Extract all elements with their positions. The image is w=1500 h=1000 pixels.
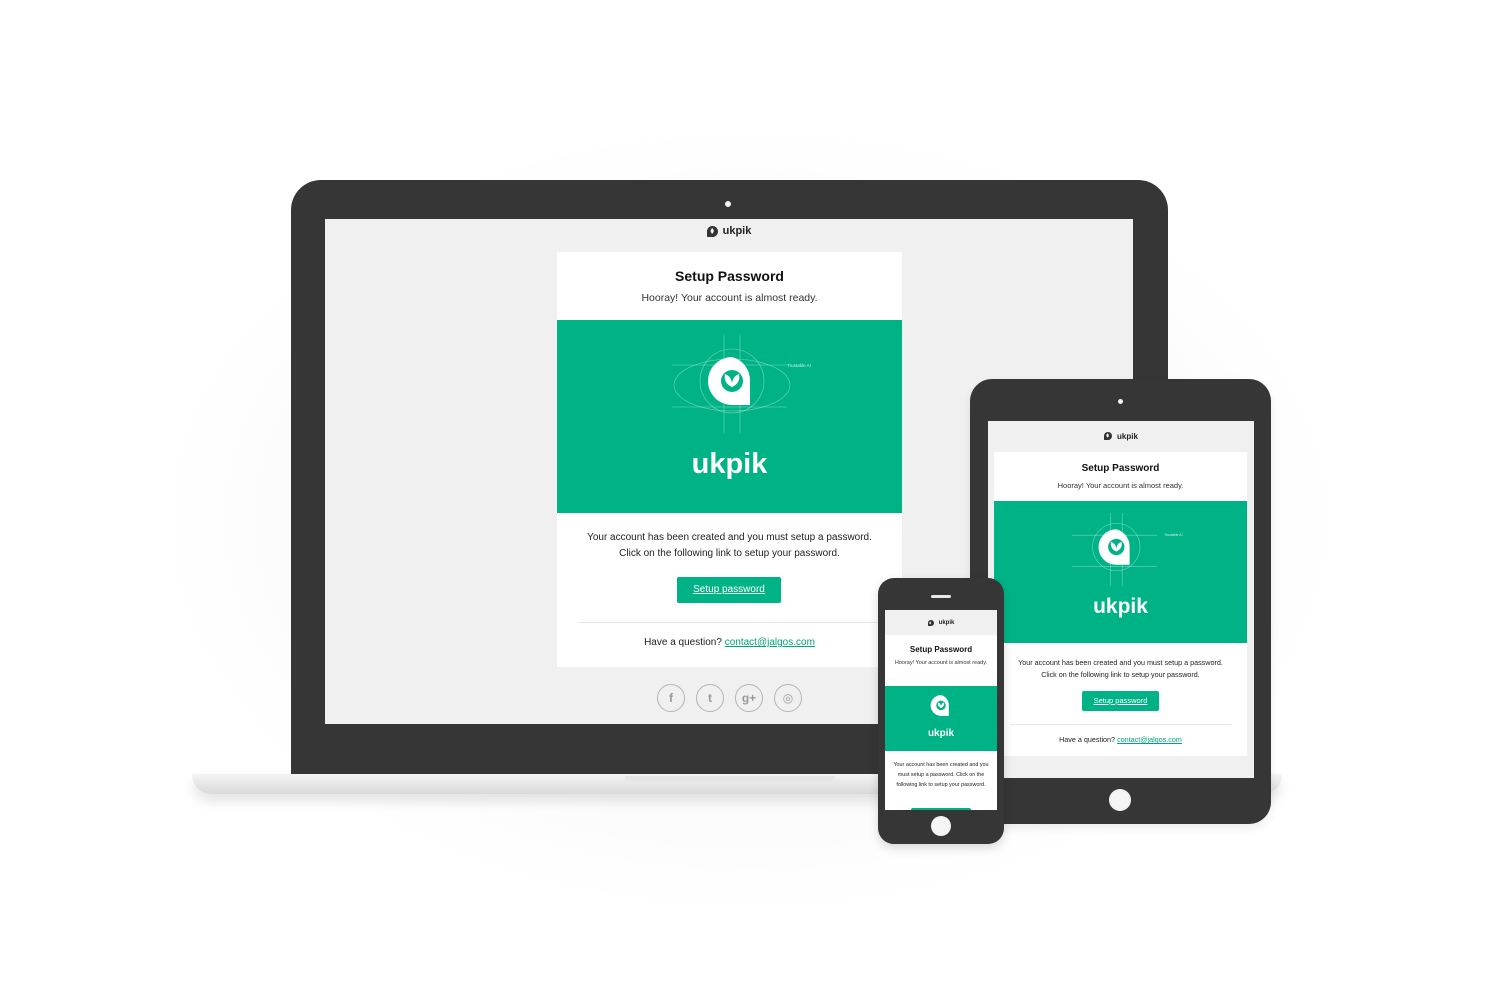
tablet-email-title: Setup Password	[1081, 463, 1160, 474]
laptop-camera	[725, 201, 731, 207]
ukpik-logo-icon	[927, 620, 934, 626]
phone-brand-name: ukpik	[938, 620, 955, 626]
email-title: Setup Password	[675, 268, 784, 284]
tablet-hero-banner: Trustable AI ukpik	[994, 501, 1247, 643]
phone-hero-wordmark: ukpik	[927, 728, 955, 739]
phone-email-card: Setup Password Hooray! Your account is a…	[885, 635, 997, 810]
tablet-screen: ukpik Setup Password Hooray! Your accoun…	[988, 421, 1254, 778]
email-hero-banner: Trustable AI ukpik	[557, 320, 902, 513]
email-subtitle: Hooray! Your account is almost ready.	[641, 292, 818, 304]
tablet-setup-password-button[interactable]: Setup password	[1082, 691, 1159, 711]
email-question: Have a question? contact@jalgos.com	[557, 637, 902, 648]
tablet-email-question: Have a question? contact@jalgos.com	[994, 735, 1247, 744]
tablet-email-body-text: Your account has been created and you mu…	[994, 657, 1247, 681]
tablet-email-card: Setup Password Hooray! Your account is a…	[994, 452, 1247, 756]
tablet-email-body-line1: Your account has been created and you mu…	[1018, 658, 1223, 667]
tablet-contact-email-link[interactable]: contact@jalgos.com	[1117, 735, 1182, 744]
phone-speaker	[931, 595, 951, 598]
phone-email-title: Setup Password	[909, 645, 973, 654]
hero-tagline: Trustable AI	[787, 363, 811, 368]
setup-password-button[interactable]: Setup password	[677, 577, 781, 603]
tablet-email-body-line2: Click on the following link to setup you…	[1041, 670, 1200, 679]
hero-logo-mark	[672, 335, 791, 433]
email-body-text: Your account has been created and you mu…	[557, 530, 902, 562]
tablet-question-label: Have a question?	[1059, 735, 1116, 744]
tablet-email-subtitle: Hooray! Your account is almost ready.	[1057, 481, 1184, 490]
social-icons-row: f t g+ ◎	[657, 684, 802, 712]
phone-screen: ukpik Setup Password Hooray! Your accoun…	[885, 610, 997, 810]
question-label: Have a question?	[644, 637, 722, 648]
phone-home-button[interactable]	[931, 816, 951, 836]
tablet-home-button[interactable]	[1109, 789, 1131, 811]
hero-wordmark: ukpik	[691, 448, 768, 480]
tablet-brand-header: ukpik	[988, 430, 1254, 442]
email-divider	[578, 622, 881, 623]
brand-name: ukpik	[722, 225, 752, 237]
tablet-camera	[1118, 399, 1123, 404]
twitter-icon[interactable]: t	[696, 684, 724, 712]
facebook-icon[interactable]: f	[657, 684, 685, 712]
email-brand-header: ukpik	[325, 224, 1133, 238]
phone-hero-logo-mark	[930, 695, 949, 716]
laptop-notch	[625, 776, 835, 782]
phone-setup-password-button[interactable]: Setup password	[911, 808, 971, 810]
email-body-line1: Your account has been created and you mu…	[587, 532, 872, 543]
phone-brand-header: ukpik	[885, 618, 997, 628]
tablet-hero-wordmark: ukpik	[1093, 595, 1148, 618]
tablet-brand-name: ukpik	[1117, 431, 1138, 441]
ukpik-logo-icon	[1104, 432, 1113, 440]
tablet-email-divider	[1010, 724, 1231, 725]
email-body-line2: Click on the following link to setup you…	[619, 548, 840, 559]
phone-email-body-text: Your account has been created and you mu…	[893, 762, 989, 788]
contact-email-link[interactable]: contact@jalgos.com	[725, 637, 815, 648]
tablet-hero-logo-mark	[1071, 513, 1157, 586]
instagram-icon[interactable]: ◎	[774, 684, 802, 712]
google-plus-icon[interactable]: g+	[735, 684, 763, 712]
phone-hero-banner: ukpik	[885, 686, 997, 751]
ukpik-logo-icon	[706, 225, 718, 237]
tablet-hero-tagline: Trustable AI	[1164, 533, 1183, 537]
email-card: Setup Password Hooray! Your account is a…	[557, 252, 902, 667]
phone-email-subtitle: Hooray! Your account is almost ready.	[894, 660, 988, 666]
